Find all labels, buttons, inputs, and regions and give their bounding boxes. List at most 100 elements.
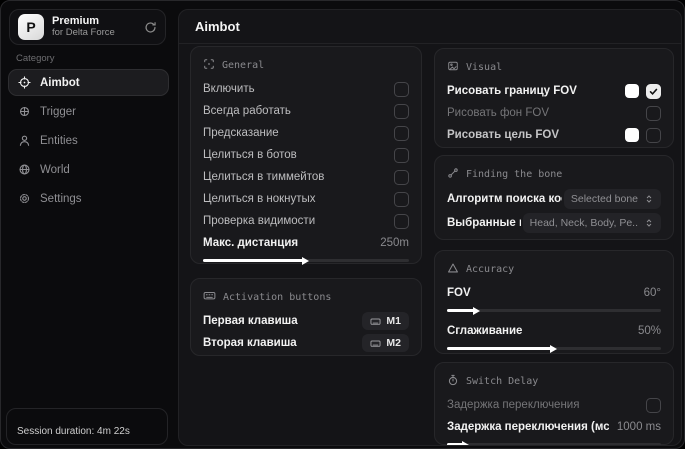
globe-icon xyxy=(18,163,31,176)
checkbox[interactable] xyxy=(394,125,409,141)
setting-label: Целиться в нокнутых xyxy=(203,193,316,205)
color-swatch[interactable] xyxy=(625,128,639,142)
setting-label: Предсказание xyxy=(203,127,279,139)
sidebar-item-aimbot[interactable]: Aimbot xyxy=(8,69,169,96)
trigger-icon xyxy=(18,105,31,118)
checkbox[interactable] xyxy=(646,105,661,121)
slider-thumb[interactable] xyxy=(462,440,470,445)
switch-delay-card-header: Switch Delay xyxy=(447,372,661,390)
section-title: General xyxy=(222,59,265,71)
setting-row: Целиться в ботов xyxy=(203,144,409,166)
setting-label: Всегда работать xyxy=(203,105,291,117)
keybind-button-2[interactable]: M2 xyxy=(362,334,409,352)
slider-label-row: Сглаживание 50% xyxy=(447,320,661,342)
section-title: Accuracy xyxy=(466,263,515,275)
slider-thumb[interactable] xyxy=(550,344,557,353)
checkbox[interactable] xyxy=(394,81,409,97)
slider-label-row: FOV 60° xyxy=(447,282,661,304)
setting-row: Рисовать фон FOV xyxy=(447,102,661,124)
setting-label: Проверка видимости xyxy=(203,215,316,227)
brand-text: Premium for Delta Force xyxy=(52,15,144,39)
chevron-updown-icon xyxy=(644,194,654,204)
setting-label: Первая клавиша xyxy=(203,315,298,327)
setting-row: Предсказание xyxy=(203,122,409,144)
setting-label: Задержка переключения (мс) xyxy=(447,421,609,433)
keyboard-icon xyxy=(370,338,381,349)
page-title: Aimbot xyxy=(195,19,240,34)
fov-slider[interactable] xyxy=(447,306,661,315)
general-card-header: General xyxy=(203,56,409,74)
section-title: Activation buttons xyxy=(223,291,332,303)
slider-value: 50% xyxy=(637,325,661,337)
sidebar-item-trigger[interactable]: Trigger xyxy=(8,98,169,125)
sidebar-item-settings[interactable]: Settings xyxy=(8,185,169,212)
sidebar-item-label: Entities xyxy=(40,134,78,147)
setting-row: Целиться в тиммейтов xyxy=(203,166,409,188)
checkbox[interactable] xyxy=(646,83,661,99)
setting-row: Включить xyxy=(203,78,409,100)
dropdown-row: Выбранные кос Head, Neck, Body, Pe.. xyxy=(447,211,661,235)
selected-bones-dropdown[interactable]: Head, Neck, Body, Pe.. xyxy=(522,213,661,233)
setting-label: Целиться в тиммейтов xyxy=(203,171,325,183)
bone-algorithm-dropdown[interactable]: Selected bone xyxy=(563,189,661,209)
sidebar-item-label: Settings xyxy=(40,192,82,205)
checkbox[interactable] xyxy=(394,169,409,185)
checkbox[interactable] xyxy=(394,147,409,163)
dropdown-value: Selected bone xyxy=(570,193,638,205)
switch-delay-slider[interactable] xyxy=(447,440,661,445)
triangle-icon xyxy=(447,262,459,277)
setting-controls xyxy=(646,105,661,121)
color-swatch[interactable] xyxy=(625,84,639,98)
slider-label-row: Макс. дистанция 250m xyxy=(203,232,409,254)
setting-row: Целиться в нокнутых xyxy=(203,188,409,210)
setting-controls xyxy=(625,127,661,143)
visual-card: Visual Рисовать границу FOV Рисовать фон… xyxy=(434,48,674,148)
brand-title: Premium xyxy=(52,15,100,28)
session-duration-card: Session duration: 4m 22s xyxy=(6,408,168,445)
checkbox[interactable] xyxy=(394,213,409,229)
setting-label: Задержка переключения xyxy=(447,399,580,411)
crosshair-icon xyxy=(18,76,31,89)
category-label: Category xyxy=(16,53,55,64)
session-duration-text: Session duration: 4m 22s xyxy=(17,426,130,437)
checkbox[interactable] xyxy=(394,103,409,119)
app-window: P Premium for Delta Force Category Aimbo… xyxy=(0,0,685,449)
setting-label: Рисовать границу FOV xyxy=(447,85,577,97)
setting-row: Всегда работать xyxy=(203,100,409,122)
brand-logo: P xyxy=(18,14,44,40)
accuracy-card: Accuracy FOV 60° Сглаживание 50% xyxy=(434,250,674,354)
keybind-button-1[interactable]: M1 xyxy=(362,312,409,330)
refresh-icon[interactable] xyxy=(144,21,157,34)
keyboard-icon xyxy=(203,289,216,305)
image-icon xyxy=(447,60,459,75)
checkbox[interactable] xyxy=(646,127,661,143)
sidebar-item-world[interactable]: World xyxy=(8,156,169,183)
setting-label: Рисовать цель FOV xyxy=(447,129,560,141)
checkbox[interactable] xyxy=(394,191,409,207)
keybind-value: M2 xyxy=(386,337,401,349)
setting-label: Вторая клавиша xyxy=(203,337,297,349)
bone-icon xyxy=(447,167,459,182)
setting-row: Задержка переключения xyxy=(447,394,661,416)
keybind-value: M1 xyxy=(386,315,401,327)
slider-thumb[interactable] xyxy=(472,306,480,315)
max-distance-slider[interactable] xyxy=(203,256,409,265)
switch-delay-card: Switch Delay Задержка переключения Задер… xyxy=(434,362,674,445)
smoothing-slider[interactable] xyxy=(447,344,661,353)
keybind-row: Вторая клавиша M2 xyxy=(203,332,409,354)
panel-header: Aimbot xyxy=(179,10,681,44)
slider-thumb[interactable] xyxy=(302,256,309,265)
chevron-updown-icon xyxy=(644,218,654,228)
dropdown-value: Head, Neck, Body, Pe.. xyxy=(529,217,638,229)
brand-subtitle: for Delta Force xyxy=(52,26,115,38)
checkbox[interactable] xyxy=(646,397,661,413)
dropdown-row: Алгоритм поиска кост Selected bone xyxy=(447,187,661,211)
brand-card: P Premium for Delta Force xyxy=(9,9,166,45)
sidebar-item-entities[interactable]: Entities xyxy=(8,127,169,154)
sidebar-item-label: World xyxy=(40,163,70,176)
activation-card-header: Activation buttons xyxy=(203,288,409,306)
keybind-row: Первая клавиша M1 xyxy=(203,310,409,332)
setting-row: Рисовать границу FOV xyxy=(447,80,661,102)
setting-label: FOV xyxy=(447,287,471,299)
section-title: Switch Delay xyxy=(466,375,539,387)
